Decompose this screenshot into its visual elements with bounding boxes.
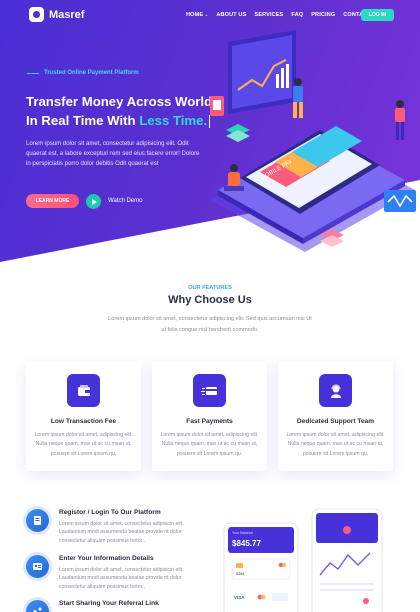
visa-label: VISA <box>234 595 245 600</box>
hero-illustration: MOBILE PAY <box>210 30 416 252</box>
tagline-dash <box>27 72 39 74</box>
feature-card-text: Lorem ipsum dolor sit amet, adipiscing e… <box>160 432 259 457</box>
features-title: Why Choose Us <box>168 294 252 306</box>
features-subtitle: Lorem ipsum dolor sit amet, consectetur … <box>108 316 312 333</box>
share-icon <box>26 600 49 612</box>
phone-mockups: Your Balance $845.77 0264 VISA <box>214 503 404 612</box>
play-icon[interactable] <box>86 194 101 209</box>
hero-tagline: Trusted Online Payment Platform <box>27 70 139 76</box>
step-item: Start Sharing Your Referral Link <box>26 600 209 612</box>
step-text: Lorem ipsum dolor sit amet, consectetur … <box>59 521 184 544</box>
nav-about[interactable]: ABOUT US <box>216 12 246 18</box>
hero-title-line2: In Real Time With <box>26 113 140 128</box>
nav-home[interactable]: HOME <box>186 12 203 18</box>
feature-card-title: Fast Payments <box>186 418 233 425</box>
hero-title-line1: Transfer Money Across World <box>26 94 213 109</box>
support-agent-icon <box>319 374 352 407</box>
step-text: Lorem ipsum dolor sit amet, consectetur … <box>59 567 184 590</box>
nav-faq[interactable]: FAQ <box>291 12 303 18</box>
feature-card-text: Lorem ipsum dolor sit amet, adipiscing e… <box>286 432 385 457</box>
balance-label: Your Balance <box>232 531 253 535</box>
step-title: Registor / Login To Our Platform <box>59 509 161 516</box>
step-item: Enter Your Information Details Lorem ips… <box>26 555 209 591</box>
hero-title: Transfer Money Across World In Real Time… <box>26 92 226 130</box>
login-button[interactable]: LOG IN <box>361 9 394 21</box>
tagline-text: Trusted Online Payment Platform <box>44 70 139 76</box>
feature-card-text: Lorem ipsum dolor sit amet, adipiscing e… <box>34 432 133 457</box>
feature-card-fast-payments: Fast Payments Lorem ipsum dolor sit amet… <box>152 361 267 471</box>
main-menu: HOME ⌄ ABOUT US SERVICES FAQ PRICING CONT… <box>186 12 371 18</box>
step-title: Enter Your Information Details <box>59 555 154 562</box>
step-title: Start Sharing Your Referral Link <box>59 600 159 607</box>
nav-services[interactable]: SERVICES <box>254 12 283 18</box>
feature-card-title: Low Transaction Fee <box>50 418 117 425</box>
features-eyebrow: OUR FEATURES <box>188 285 232 291</box>
feature-card-title: Dedicated Support Team <box>296 418 375 425</box>
fast-card-icon <box>193 374 226 407</box>
register-icon <box>26 509 49 532</box>
nav-pricing[interactable]: PRICING <box>311 12 335 18</box>
logo-icon <box>29 7 44 22</box>
hero-description: Lorem ipsum dolor sit amet, consectetur … <box>26 140 200 167</box>
navbar: Masref HOME ⌄ ABOUT US SERVICES FAQ PRICI… <box>0 0 420 30</box>
balance-amount: $845.77 <box>232 539 261 548</box>
feature-card-support: Dedicated Support Team Lorem ipsum dolor… <box>278 361 393 471</box>
brand-logo[interactable]: Masref <box>29 7 84 22</box>
information-icon <box>26 555 49 578</box>
card-number: 0264 <box>236 572 244 576</box>
chevron-down-icon: ⌄ <box>204 12 209 18</box>
watch-demo-link[interactable]: Watch Demo <box>108 198 142 204</box>
step-item: Registor / Login To Our Platform Lorem i… <box>26 509 209 545</box>
hero-title-accent: Less Time. <box>139 113 208 128</box>
feature-card-low-fee: Low Transaction Fee Lorem ipsum dolor si… <box>26 361 141 471</box>
brand-name: Masref <box>49 8 85 21</box>
hero-section: Masref HOME ⌄ ABOUT US SERVICES FAQ PRICI… <box>0 0 420 262</box>
wallet-icon <box>67 374 100 407</box>
learn-more-button[interactable]: LEARN MORE <box>26 194 79 208</box>
